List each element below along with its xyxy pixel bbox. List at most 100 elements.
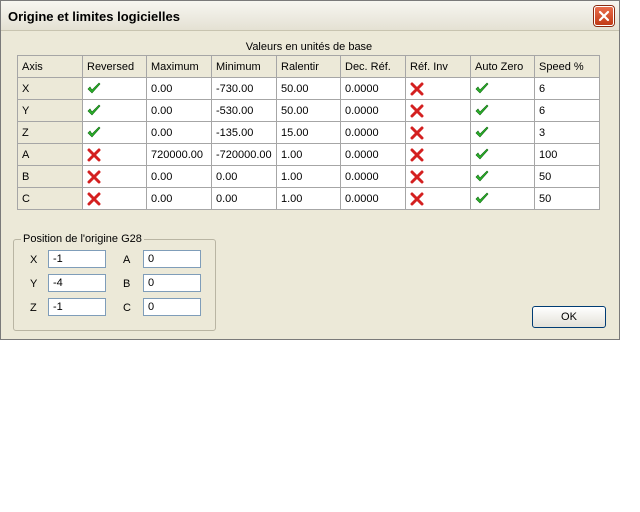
- table-cell-minimum[interactable]: -135.00: [211, 121, 277, 144]
- check-icon: [475, 104, 489, 115]
- table-cell-ralentir[interactable]: 1.00: [276, 143, 341, 166]
- table-row: Z 0.00 -135.00 15.00 0.0000 3: [17, 121, 600, 144]
- table-cell-auto-zero[interactable]: [470, 121, 535, 144]
- g28-z-input[interactable]: [48, 298, 106, 316]
- column-header[interactable]: Réf. Inv: [405, 55, 471, 78]
- table-cell-minimum[interactable]: 0.00: [211, 165, 277, 188]
- table-cell-speed[interactable]: 50: [534, 187, 600, 210]
- table-cell-auto-zero[interactable]: [470, 77, 535, 100]
- table-cell-minimum[interactable]: -730.00: [211, 77, 277, 100]
- table-cell-speed[interactable]: 6: [534, 77, 600, 100]
- g28-b-label: B: [123, 278, 131, 290]
- table-cell-maximum[interactable]: 0.00: [146, 121, 212, 144]
- table-cell-reversed[interactable]: [82, 187, 147, 210]
- dialog-window: Origine et limites logicielles Valeurs e…: [0, 0, 620, 340]
- table-cell-auto-zero[interactable]: [470, 143, 535, 166]
- table-cell-maximum[interactable]: 0.00: [146, 99, 212, 122]
- row-header[interactable]: B: [17, 165, 83, 188]
- column-header[interactable]: Axis: [17, 55, 83, 78]
- table-header-row: Axis Reversed Maximum Minimum Ralentir Dec. R…: [17, 55, 600, 78]
- table-cell-dec-ref[interactable]: 0.0000: [340, 121, 406, 144]
- table-cell-minimum[interactable]: -530.00: [211, 99, 277, 122]
- g28-y-label: Y: [30, 278, 38, 290]
- table-cell-dec-ref[interactable]: 0.0000: [340, 77, 406, 100]
- table-cell-reversed[interactable]: [82, 121, 147, 144]
- table-cell-auto-zero[interactable]: [470, 165, 535, 188]
- table-cell-ralentir[interactable]: 50.00: [276, 99, 341, 122]
- title-bar[interactable]: Origine et limites logicielles: [1, 1, 619, 31]
- table-cell-auto-zero[interactable]: [470, 187, 535, 210]
- column-header[interactable]: Maximum: [146, 55, 212, 78]
- row-header[interactable]: Y: [17, 99, 83, 122]
- g28-x-input[interactable]: [48, 250, 106, 268]
- column-header[interactable]: Minimum: [211, 55, 277, 78]
- check-icon: [475, 148, 489, 159]
- row-header[interactable]: C: [17, 187, 83, 210]
- table-cell-maximum[interactable]: 720000.00: [146, 143, 212, 166]
- cross-icon: [410, 192, 424, 205]
- table-cell-ralentir[interactable]: 15.00: [276, 121, 341, 144]
- cross-icon: [410, 82, 424, 95]
- table-cell-speed[interactable]: 6: [534, 99, 600, 122]
- table-row: Y 0.00 -530.00 50.00 0.0000 6: [17, 99, 600, 122]
- g28-a-label: A: [123, 254, 131, 266]
- cross-icon: [87, 192, 101, 205]
- table-cell-ref-inv[interactable]: [405, 99, 471, 122]
- table-cell-ref-inv[interactable]: [405, 187, 471, 210]
- dialog-client-area: Valeurs en unités de base Axis Reversed Ma…: [4, 31, 616, 338]
- row-header[interactable]: X: [17, 77, 83, 100]
- g28-y-input[interactable]: [48, 274, 106, 292]
- g28-b-input[interactable]: [143, 274, 201, 292]
- table-cell-ralentir[interactable]: 1.00: [276, 187, 341, 210]
- column-header[interactable]: Auto Zero: [470, 55, 535, 78]
- table-cell-speed[interactable]: 3: [534, 121, 600, 144]
- ok-button[interactable]: OK: [532, 306, 606, 328]
- column-header[interactable]: Speed %: [534, 55, 600, 78]
- table-cell-ref-inv[interactable]: [405, 165, 471, 188]
- table-cell-dec-ref[interactable]: 0.0000: [340, 187, 406, 210]
- table-cell-maximum[interactable]: 0.00: [146, 77, 212, 100]
- table-cell-ref-inv[interactable]: [405, 121, 471, 144]
- table-cell-reversed[interactable]: [82, 77, 147, 100]
- table-row: C 0.00 0.00 1.00 0.0000 50: [17, 187, 600, 210]
- cross-icon: [87, 170, 101, 183]
- check-icon: [87, 82, 101, 93]
- window-title: Origine et limites logicielles: [8, 9, 180, 24]
- table-cell-maximum[interactable]: 0.00: [146, 187, 212, 210]
- table-cell-dec-ref[interactable]: 0.0000: [340, 165, 406, 188]
- table-cell-speed[interactable]: 100: [534, 143, 600, 166]
- cross-icon: [410, 148, 424, 161]
- cross-icon: [410, 126, 424, 139]
- table-cell-ref-inv[interactable]: [405, 77, 471, 100]
- g28-c-label: C: [123, 302, 131, 314]
- check-icon: [475, 82, 489, 93]
- table-cell-dec-ref[interactable]: 0.0000: [340, 143, 406, 166]
- table-cell-speed[interactable]: 50: [534, 165, 600, 188]
- cross-icon: [87, 148, 101, 161]
- column-header[interactable]: Dec. Réf.: [340, 55, 406, 78]
- column-header[interactable]: Ralentir: [276, 55, 341, 78]
- table-cell-reversed[interactable]: [82, 99, 147, 122]
- table-cell-minimum[interactable]: -720000.00: [211, 143, 277, 166]
- close-icon: [598, 10, 610, 22]
- g28-c-input[interactable]: [143, 298, 201, 316]
- table-cell-ref-inv[interactable]: [405, 143, 471, 166]
- table-cell-ralentir[interactable]: 50.00: [276, 77, 341, 100]
- table-row: X 0.00 -730.00 50.00 0.0000 6: [17, 77, 600, 100]
- table-cell-ralentir[interactable]: 1.00: [276, 165, 341, 188]
- row-header[interactable]: A: [17, 143, 83, 166]
- check-icon: [87, 126, 101, 137]
- table-cell-auto-zero[interactable]: [470, 99, 535, 122]
- row-header[interactable]: Z: [17, 121, 83, 144]
- table-cell-maximum[interactable]: 0.00: [146, 165, 212, 188]
- table-cell-dec-ref[interactable]: 0.0000: [340, 99, 406, 122]
- g28-a-input[interactable]: [143, 250, 201, 268]
- table-cell-reversed[interactable]: [82, 143, 147, 166]
- check-icon: [475, 126, 489, 137]
- g28-group-label: Position de l'origine G28: [21, 233, 144, 245]
- g28-z-label: Z: [30, 302, 37, 314]
- table-cell-minimum[interactable]: 0.00: [211, 187, 277, 210]
- table-cell-reversed[interactable]: [82, 165, 147, 188]
- column-header[interactable]: Reversed: [82, 55, 147, 78]
- close-button[interactable]: [594, 6, 614, 26]
